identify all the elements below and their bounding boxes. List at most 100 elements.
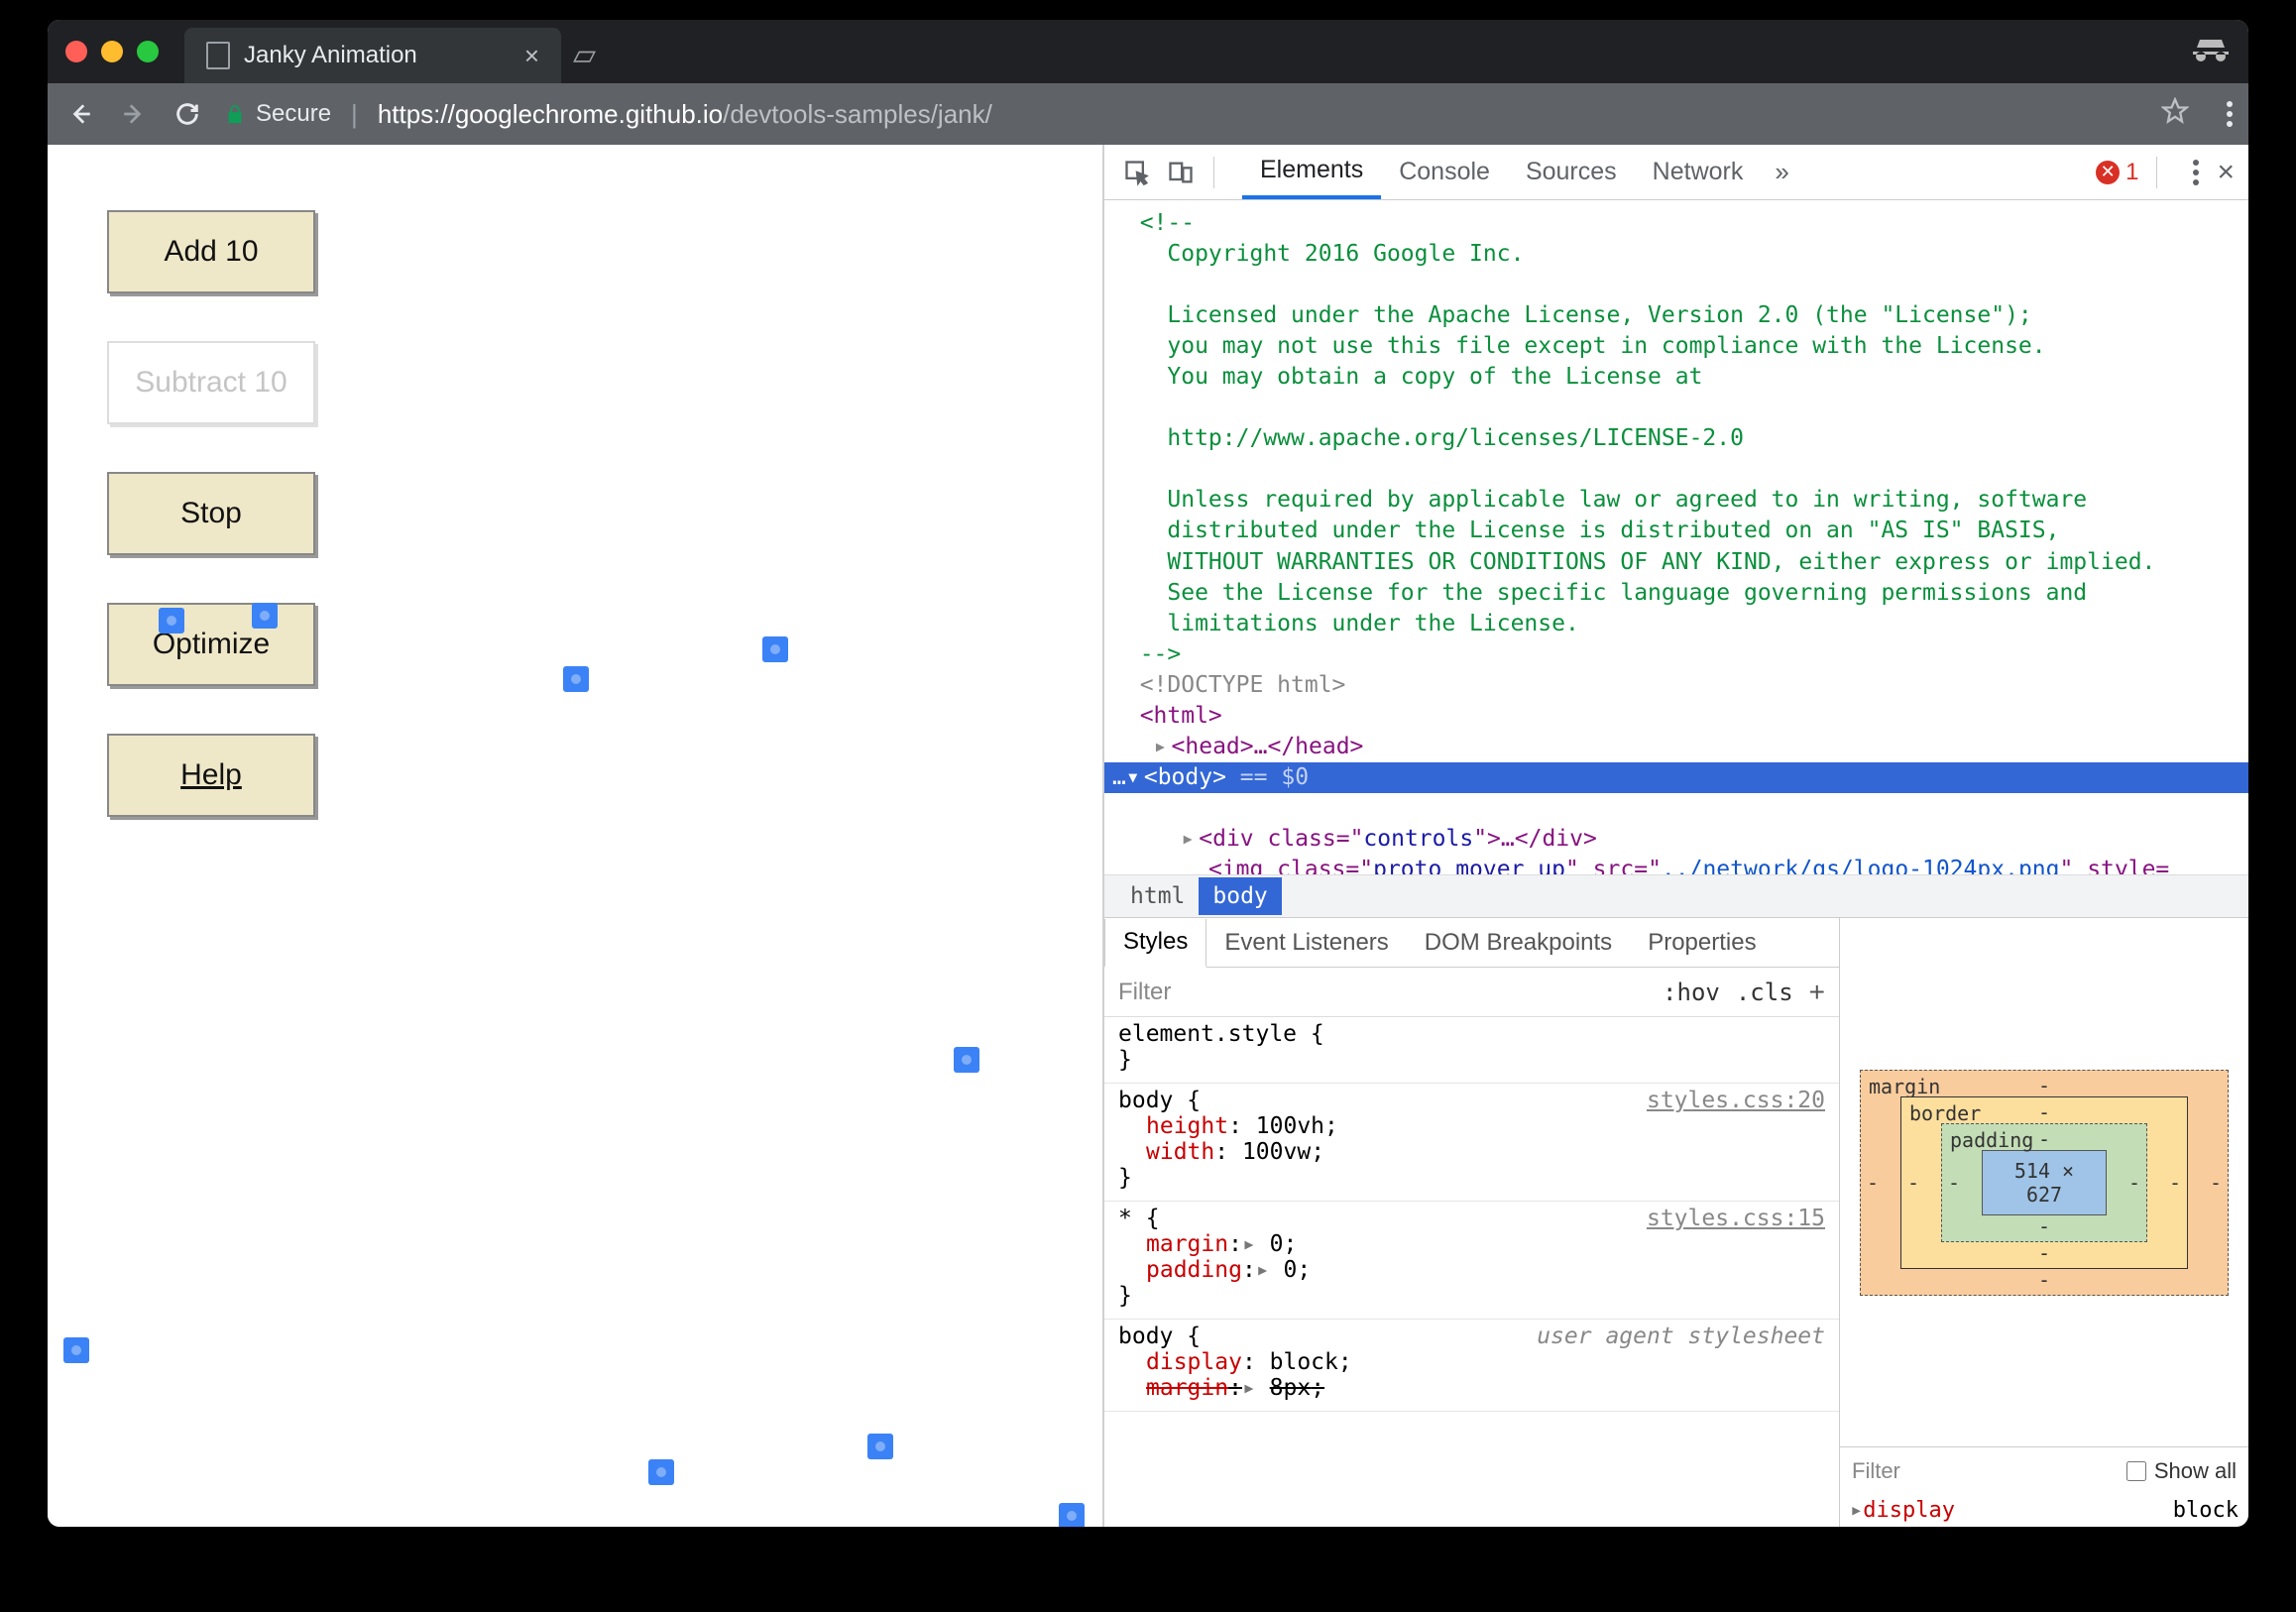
styles-filter-input[interactable]: Filter: [1118, 979, 1171, 1006]
prop-height: height: [1146, 1113, 1228, 1139]
val-height: 100vh: [1256, 1113, 1324, 1139]
bottom-panes: Styles Event Listeners DOM Breakpoints P…: [1104, 918, 2248, 1527]
rule-src2[interactable]: styles.css:15: [1647, 1206, 1825, 1231]
content-area: Add 10 Subtract 10 Stop Optimize Help El…: [48, 145, 2248, 1527]
stop-button[interactable]: Stop: [107, 472, 315, 555]
close-window[interactable]: [65, 41, 87, 62]
controls-panel: Add 10 Subtract 10 Stop Optimize Help: [107, 210, 315, 817]
computed-filter-row: Filter Show all: [1840, 1446, 2248, 1494]
sub-tabs: Styles Event Listeners DOM Breakpoints P…: [1104, 918, 1839, 968]
styles-pane: Styles Event Listeners DOM Breakpoints P…: [1104, 918, 1840, 1527]
mover: [648, 1459, 674, 1485]
rule-body-ua: body {: [1118, 1324, 1201, 1349]
styles-filter-row: Filter :hov .cls +: [1104, 968, 1839, 1017]
inspect-icon[interactable]: [1118, 154, 1156, 191]
sub-tab-properties[interactable]: Properties: [1630, 918, 1774, 967]
prop-padding: padding: [1146, 1257, 1242, 1283]
mover: [63, 1337, 89, 1363]
prop-display: display: [1146, 1349, 1242, 1375]
mover: [1059, 1503, 1085, 1527]
rule-element-style: element.style {: [1118, 1021, 1324, 1047]
browser-menu-icon[interactable]: [2227, 101, 2233, 127]
page-icon: [206, 42, 230, 69]
tab-elements[interactable]: Elements: [1242, 145, 1381, 199]
address-bar: Secure | https://googlechrome.github.io/…: [48, 83, 2248, 145]
mover: [563, 666, 589, 692]
minimize-window[interactable]: [101, 41, 123, 62]
device-toggle-icon[interactable]: [1162, 154, 1200, 191]
error-count: 1: [2125, 159, 2138, 186]
titlebar: Janky Animation × ▱: [48, 20, 2248, 83]
devtools-toolbar: Elements Console Sources Network » ✕1 ×: [1104, 145, 2248, 200]
reload-button[interactable]: [171, 100, 204, 128]
new-rule-icon[interactable]: +: [1809, 977, 1825, 1008]
secure-indicator[interactable]: Secure: [224, 100, 331, 128]
computed-display-v: block: [2173, 1498, 2239, 1523]
url[interactable]: https://googlechrome.github.io/devtools-…: [378, 99, 992, 130]
devtools-tabs: Elements Console Sources Network: [1242, 145, 1761, 199]
optimize-button[interactable]: Optimize: [107, 603, 315, 686]
forward-button[interactable]: [117, 101, 151, 127]
bm-border-label: border: [1909, 1101, 1981, 1125]
rule-star: * {: [1118, 1206, 1160, 1231]
secure-label: Secure: [256, 100, 331, 128]
devtools-close-icon[interactable]: ×: [2217, 156, 2235, 189]
incognito-icon: [2191, 36, 2231, 68]
sub-tab-dom-breakpoints[interactable]: DOM Breakpoints: [1407, 918, 1630, 967]
show-all-checkbox[interactable]: Show all: [2126, 1458, 2237, 1484]
prop-width: width: [1146, 1139, 1214, 1165]
sub-tab-event-listeners[interactable]: Event Listeners: [1206, 918, 1406, 967]
hov-toggle[interactable]: :hov: [1663, 979, 1720, 1006]
subtract-button[interactable]: Subtract 10: [107, 341, 315, 424]
ua-label: user agent stylesheet: [1537, 1324, 1825, 1349]
crumb-body[interactable]: body: [1199, 877, 1281, 915]
devtools-menu-icon[interactable]: [2193, 160, 2199, 185]
url-host: https://googlechrome.github.io: [378, 99, 723, 129]
page-viewport: Add 10 Subtract 10 Stop Optimize Help: [48, 145, 1102, 1527]
val-zero2: 0: [1284, 1257, 1298, 1283]
add-button[interactable]: Add 10: [107, 210, 315, 293]
crumb-html[interactable]: html: [1116, 877, 1199, 915]
cls-toggle[interactable]: .cls: [1736, 979, 1793, 1006]
val-display: block: [1270, 1349, 1338, 1375]
css-rules[interactable]: element.style { } body {styles.css:20 he…: [1104, 1017, 1839, 1527]
new-tab-button[interactable]: ▱: [573, 38, 596, 72]
error-badge[interactable]: ✕1: [2096, 159, 2138, 186]
bm-margin-label: margin: [1869, 1075, 1940, 1098]
mover: [159, 608, 184, 633]
bookmark-icon[interactable]: [2161, 97, 2189, 132]
computed-display-k: display: [1863, 1498, 1955, 1523]
mover: [867, 1434, 893, 1459]
prop-margin2: margin: [1146, 1375, 1228, 1401]
tab-network[interactable]: Network: [1635, 145, 1762, 199]
sub-tab-styles[interactable]: Styles: [1104, 919, 1206, 968]
prop-margin: margin: [1146, 1231, 1228, 1257]
mover: [252, 603, 278, 629]
more-tabs-icon[interactable]: »: [1775, 157, 1788, 187]
close-tab-icon[interactable]: ×: [524, 41, 539, 71]
breadcrumb: html body: [1104, 874, 2248, 918]
tab-console[interactable]: Console: [1381, 145, 1508, 199]
rule-body: body {: [1118, 1088, 1201, 1113]
mover: [762, 636, 788, 662]
computed-pane: margin ---- border ---- padding ---- 514…: [1840, 918, 2248, 1527]
browser-tab[interactable]: Janky Animation ×: [184, 28, 561, 83]
rule-src[interactable]: styles.css:20: [1647, 1088, 1825, 1113]
tab-title: Janky Animation: [244, 42, 417, 69]
window-controls: [65, 41, 159, 62]
val-eight: 8px: [1270, 1375, 1312, 1401]
tab-sources[interactable]: Sources: [1508, 145, 1635, 199]
back-button[interactable]: [63, 101, 97, 127]
help-button[interactable]: Help: [107, 734, 315, 817]
bm-padding-label: padding: [1950, 1128, 2033, 1152]
computed-list[interactable]: ▸ displayblock: [1840, 1494, 2248, 1527]
mover: [954, 1047, 979, 1073]
show-all-label: Show all: [2154, 1458, 2237, 1484]
val-zero: 0: [1270, 1231, 1284, 1257]
box-model[interactable]: margin ---- border ---- padding ---- 514…: [1840, 918, 2248, 1446]
dom-tree[interactable]: <!-- Copyright 2016 Google Inc. Licensed…: [1104, 200, 2248, 874]
computed-filter-input[interactable]: Filter: [1852, 1458, 1900, 1484]
maximize-window[interactable]: [137, 41, 159, 62]
url-path: /devtools-samples/jank/: [723, 99, 992, 129]
val-width: 100vw: [1242, 1139, 1311, 1165]
